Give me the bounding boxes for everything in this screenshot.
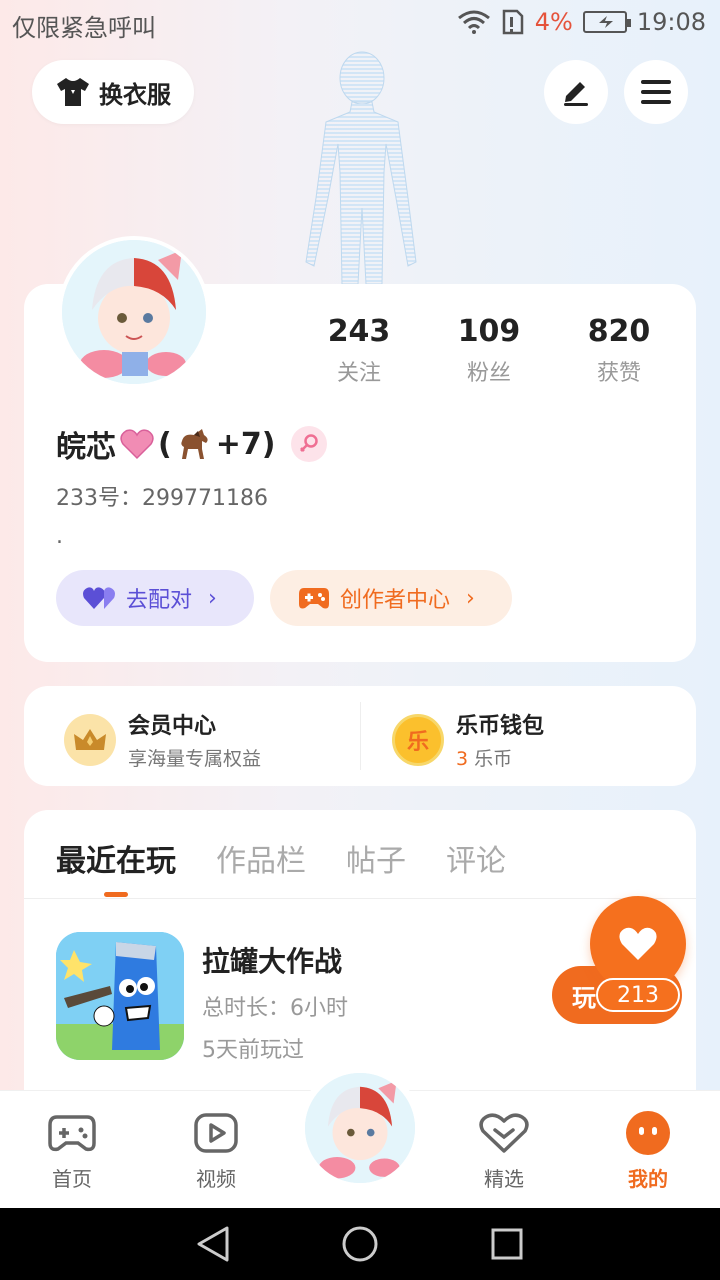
horse-icon bbox=[181, 429, 208, 459]
game-last-played: 5天前玩过 bbox=[202, 1038, 304, 1063]
change-outfit-label: 换衣服 bbox=[99, 80, 171, 109]
wallet-unit: 乐币 bbox=[468, 748, 513, 770]
stat-value: 820 bbox=[587, 314, 651, 349]
nav-mine[interactable]: 我的 bbox=[603, 1109, 693, 1192]
heart-icon bbox=[619, 927, 657, 960]
heart-diamond-icon bbox=[459, 1109, 549, 1157]
username-paren: ( bbox=[158, 426, 172, 462]
nav-label: 首页 bbox=[52, 1167, 92, 1191]
play-label: 玩 bbox=[572, 983, 596, 1012]
nav-label: 视频 bbox=[196, 1167, 236, 1191]
edit-profile-button[interactable] bbox=[544, 60, 608, 124]
tab-recent-played[interactable]: 最近在玩 bbox=[56, 836, 176, 897]
sim-icon bbox=[502, 9, 523, 35]
creator-center-button[interactable]: 创作者中心 › bbox=[270, 570, 512, 626]
status-icons: 4% 19:08 bbox=[457, 8, 706, 36]
vip-subtitle: 享海量专属权益 bbox=[128, 748, 262, 770]
female-icon bbox=[300, 434, 319, 452]
gender-female-badge bbox=[291, 426, 328, 462]
divider bbox=[360, 702, 361, 770]
like-count-badge: 213 bbox=[596, 978, 680, 1012]
nav-label: 精选 bbox=[484, 1167, 524, 1191]
profile-stats: 243 关注 109 粉丝 820 获赞 bbox=[304, 314, 674, 387]
recents-icon[interactable] bbox=[489, 1226, 525, 1262]
battery-charging-icon bbox=[582, 11, 631, 33]
crown-icon bbox=[64, 713, 116, 766]
battery-percent: 4% bbox=[534, 8, 573, 36]
nav-featured[interactable]: 精选 bbox=[459, 1109, 549, 1192]
stat-label: 粉丝 bbox=[466, 361, 511, 386]
menu-icon bbox=[641, 80, 671, 104]
nav-label: 我的 bbox=[628, 1167, 668, 1191]
game-list-item[interactable]: 拉罐大作战 总时长：6小时 5天前玩过 bbox=[56, 932, 348, 1064]
wallet-title: 乐币钱包 bbox=[456, 714, 545, 739]
coin-icon: 乐 bbox=[392, 713, 444, 766]
change-outfit-button[interactable]: 换衣服 bbox=[32, 60, 194, 124]
pink-heart-icon bbox=[120, 429, 154, 460]
clock: 19:08 bbox=[636, 8, 706, 36]
pair-label: 去配对 bbox=[126, 588, 193, 613]
tab-posts[interactable]: 帖子 bbox=[346, 836, 406, 880]
creator-center-label: 创作者中心 bbox=[340, 588, 451, 613]
user-bio: . bbox=[56, 524, 63, 549]
tab-works[interactable]: 作品栏 bbox=[216, 836, 306, 880]
vip-center-entry[interactable]: 会员中心 享海量专属权益 bbox=[64, 708, 261, 771]
wallet-balance: 3 乐币 bbox=[456, 744, 544, 771]
username: 皖芯 ( +7) bbox=[56, 422, 328, 466]
chevron-right-icon: › bbox=[466, 585, 475, 611]
user-id: 233号：299771186 bbox=[56, 486, 268, 511]
username-tail: +7) bbox=[215, 426, 276, 462]
gamepad-icon bbox=[299, 588, 329, 609]
carrier-text: 仅限紧急呼叫 bbox=[12, 14, 156, 42]
wallet-amount: 3 bbox=[456, 748, 469, 770]
avatar bbox=[305, 1073, 415, 1183]
stat-label: 关注 bbox=[336, 361, 381, 386]
stat-value: 109 bbox=[457, 314, 521, 349]
nav-center-avatar[interactable] bbox=[298, 1066, 422, 1190]
stat-fans[interactable]: 109 粉丝 bbox=[434, 314, 544, 387]
username-text: 皖芯 bbox=[56, 430, 116, 465]
video-icon bbox=[171, 1109, 261, 1157]
gamepad-icon bbox=[27, 1109, 117, 1157]
divider bbox=[24, 898, 696, 899]
wallet-entry[interactable]: 乐 乐币钱包 3 乐币 bbox=[392, 708, 544, 771]
game-info: 拉罐大作战 总时长：6小时 5天前玩过 bbox=[202, 932, 348, 1064]
stat-likes[interactable]: 820 获赞 bbox=[564, 314, 674, 387]
nav-video[interactable]: 视频 bbox=[171, 1109, 261, 1192]
menu-button[interactable] bbox=[624, 60, 688, 124]
member-wallet-card: 会员中心 享海量专属权益 乐 乐币钱包 3 乐币 bbox=[24, 686, 696, 786]
vip-title: 会员中心 bbox=[128, 714, 217, 739]
content-tabs: 最近在玩 作品栏 帖子 评论 bbox=[56, 836, 506, 897]
profile-avatar[interactable] bbox=[58, 236, 210, 388]
stat-following[interactable]: 243 关注 bbox=[304, 314, 414, 387]
avatar-image bbox=[62, 240, 206, 384]
coin-icon-char: 乐 bbox=[406, 729, 429, 755]
game-duration: 总时长：6小时 bbox=[202, 996, 348, 1021]
pair-hearts-icon bbox=[83, 587, 115, 609]
status-bar: 仅限紧急呼叫 4% 19:08 bbox=[0, 0, 720, 48]
system-nav-bar bbox=[0, 1208, 720, 1280]
tab-comments[interactable]: 评论 bbox=[446, 836, 506, 880]
edit-icon bbox=[564, 82, 588, 106]
avatar-3d-figure[interactable] bbox=[290, 48, 430, 288]
wifi-icon bbox=[457, 10, 490, 34]
chevron-right-icon: › bbox=[208, 585, 217, 611]
back-icon[interactable] bbox=[195, 1224, 231, 1264]
stat-label: 获赞 bbox=[596, 361, 641, 386]
stat-value: 243 bbox=[327, 314, 391, 349]
nav-home[interactable]: 首页 bbox=[27, 1109, 117, 1192]
shirt-icon bbox=[57, 78, 89, 106]
game-title: 拉罐大作战 bbox=[202, 945, 343, 978]
game-icon bbox=[56, 932, 184, 1060]
pair-button[interactable]: 去配对 › bbox=[56, 570, 254, 626]
profile-dots-icon bbox=[603, 1109, 693, 1157]
home-icon[interactable] bbox=[340, 1224, 380, 1264]
